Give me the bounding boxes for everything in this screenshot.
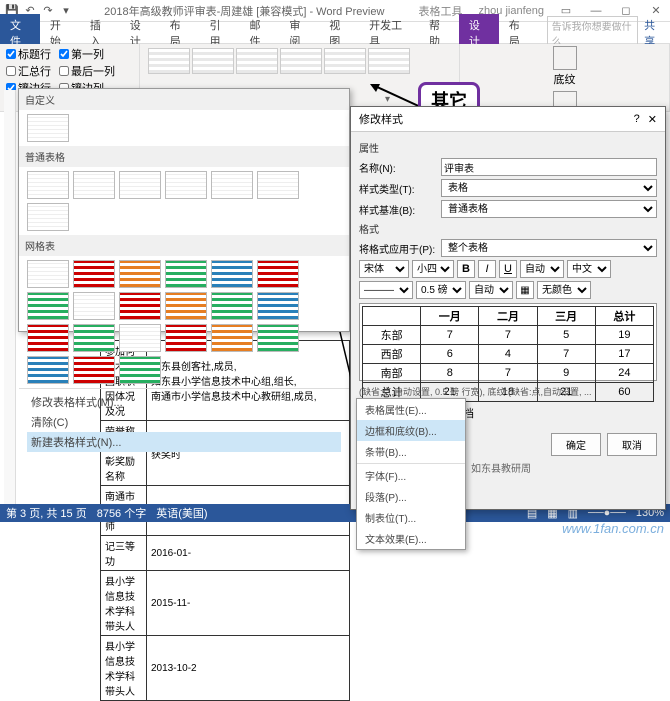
style-thumb[interactable] — [73, 356, 115, 384]
select-line[interactable]: ——— — [359, 281, 413, 299]
dialog-title: 修改样式 — [359, 111, 634, 127]
border-preset-icon[interactable]: ▦ — [516, 281, 534, 299]
select-size[interactable]: 小四 — [412, 260, 454, 278]
gallery-modify[interactable]: 修改表格样式(M)... — [27, 392, 341, 412]
style-thumb[interactable] — [257, 260, 299, 288]
style-thumb[interactable] — [119, 356, 161, 384]
style-preview: 一月二月三月总计 东部77519 西部64717 南部87924 总计21182… — [359, 303, 657, 381]
status-words[interactable]: 8756 个字 — [97, 505, 147, 521]
ok-button[interactable]: 确定 — [551, 433, 601, 456]
chk-header-row[interactable]: 标题行 — [6, 46, 51, 62]
dialog-help-icon[interactable]: ? — [634, 113, 640, 125]
style-description: (缺省:点,自动设置, 0.5 磅 行宽), 底纹:(缺省:点,自动设置, ..… — [359, 385, 657, 398]
style-thumb[interactable] — [73, 171, 115, 199]
select-apply[interactable]: 整个表格 — [441, 239, 657, 257]
gallery-clear[interactable]: 清除(C) — [27, 412, 341, 432]
style-thumb[interactable] — [211, 324, 253, 352]
vertical-ruler — [4, 90, 16, 510]
style-thumb[interactable] — [27, 203, 69, 231]
gallery-section-grid: 网格表 — [19, 235, 349, 256]
gallery-section-plain: 普通表格 — [19, 146, 349, 167]
style-thumb[interactable] — [27, 114, 69, 142]
menu-table-props[interactable]: 表格属性(E)... — [357, 399, 465, 420]
style-thumb[interactable] — [27, 356, 69, 384]
bold-button[interactable]: B — [457, 260, 475, 278]
style-thumb[interactable] — [236, 48, 278, 74]
select-fill[interactable]: 无颜色 — [537, 281, 591, 299]
style-thumb[interactable] — [165, 171, 207, 199]
ribbon-tabs: 文件 开始 插入 设计 布局 引用 邮件 审阅 视图 开发工具 帮助 设计 布局… — [0, 22, 670, 44]
style-thumb[interactable] — [119, 324, 161, 352]
style-thumb[interactable] — [165, 260, 207, 288]
underline-button[interactable]: U — [499, 260, 517, 278]
style-thumb[interactable] — [257, 171, 299, 199]
section-properties: 属性 — [359, 140, 657, 155]
select-line-color[interactable]: 自动 — [469, 281, 513, 299]
style-thumb[interactable] — [73, 292, 115, 320]
table-row: 县小学信息技术学科带头人2013-10-2 — [101, 636, 350, 701]
select-color[interactable]: 自动 — [520, 260, 564, 278]
select-font[interactable]: 宋体 — [359, 260, 409, 278]
chk-last-col[interactable]: 最后一列 — [59, 63, 115, 79]
status-lang[interactable]: 英语(美国) — [156, 505, 207, 521]
style-thumb[interactable] — [165, 324, 207, 352]
menu-tabs[interactable]: 制表位(T)... — [357, 507, 465, 528]
style-thumb[interactable] — [119, 292, 161, 320]
style-thumb[interactable] — [211, 171, 253, 199]
table-row: 记三等功2016-01- — [101, 536, 350, 571]
style-thumb[interactable] — [73, 324, 115, 352]
lbl-type: 样式类型(T): — [359, 181, 437, 196]
cancel-button[interactable]: 取消 — [607, 433, 657, 456]
style-thumb[interactable] — [368, 48, 410, 74]
extra-text: 如东县教研周 — [471, 460, 531, 475]
input-name[interactable] — [441, 158, 657, 176]
shading-button[interactable]: 底纹 — [466, 46, 663, 87]
style-thumb[interactable] — [324, 48, 366, 74]
section-format: 格式 — [359, 221, 657, 236]
select-lang[interactable]: 中文 — [567, 260, 611, 278]
style-thumb[interactable] — [73, 260, 115, 288]
menu-text-effects[interactable]: 文本效果(E)... — [357, 528, 465, 549]
style-thumb[interactable] — [27, 260, 69, 288]
lbl-base: 样式基准(B): — [359, 202, 437, 217]
select-type[interactable]: 表格 — [441, 179, 657, 197]
watermark: www.1fan.com.cn — [562, 521, 664, 536]
style-thumb[interactable] — [27, 324, 69, 352]
menu-paragraph[interactable]: 段落(P)... — [357, 486, 465, 507]
table-style-gallery-popup: 自定义 普通表格 网格表 修改表格样式(M)... 清除(C) 新建表格样式(N… — [18, 88, 350, 332]
style-thumb[interactable] — [192, 48, 234, 74]
gallery-section-custom: 自定义 — [19, 89, 349, 110]
gallery-new[interactable]: 新建表格样式(N)... — [27, 432, 341, 452]
style-thumb[interactable] — [148, 48, 190, 74]
menu-borders-shading[interactable]: 边框和底纹(B)... — [357, 420, 465, 441]
lbl-name: 名称(N): — [359, 160, 437, 175]
style-thumb[interactable] — [211, 260, 253, 288]
style-thumb[interactable] — [119, 260, 161, 288]
style-thumb[interactable] — [27, 292, 69, 320]
style-thumb[interactable] — [257, 324, 299, 352]
style-thumb[interactable] — [165, 292, 207, 320]
select-base[interactable]: 普通表格 — [441, 200, 657, 218]
menu-font[interactable]: 字体(F)... — [357, 465, 465, 486]
bucket-icon — [553, 46, 577, 70]
chk-first-col[interactable]: 第一列 — [59, 46, 115, 62]
menu-banding[interactable]: 条带(B)... — [357, 441, 465, 462]
select-weight[interactable]: 0.5 磅 — [416, 281, 466, 299]
chk-total-row[interactable]: 汇总行 — [6, 63, 51, 79]
dialog-close-icon[interactable]: ✕ — [648, 113, 657, 126]
table-row: 县小学信息技术学科带头人2015-11- — [101, 571, 350, 636]
style-thumb[interactable] — [119, 171, 161, 199]
style-thumb[interactable] — [27, 171, 69, 199]
lbl-apply: 将格式应用于(P): — [359, 241, 437, 256]
style-thumb[interactable] — [211, 292, 253, 320]
style-thumb[interactable] — [257, 292, 299, 320]
format-submenu: 表格属性(E)... 边框和底纹(B)... 条带(B)... 字体(F)...… — [356, 398, 466, 550]
style-thumb[interactable] — [280, 48, 322, 74]
status-page[interactable]: 第 3 页, 共 15 页 — [6, 505, 87, 521]
italic-button[interactable]: I — [478, 260, 496, 278]
